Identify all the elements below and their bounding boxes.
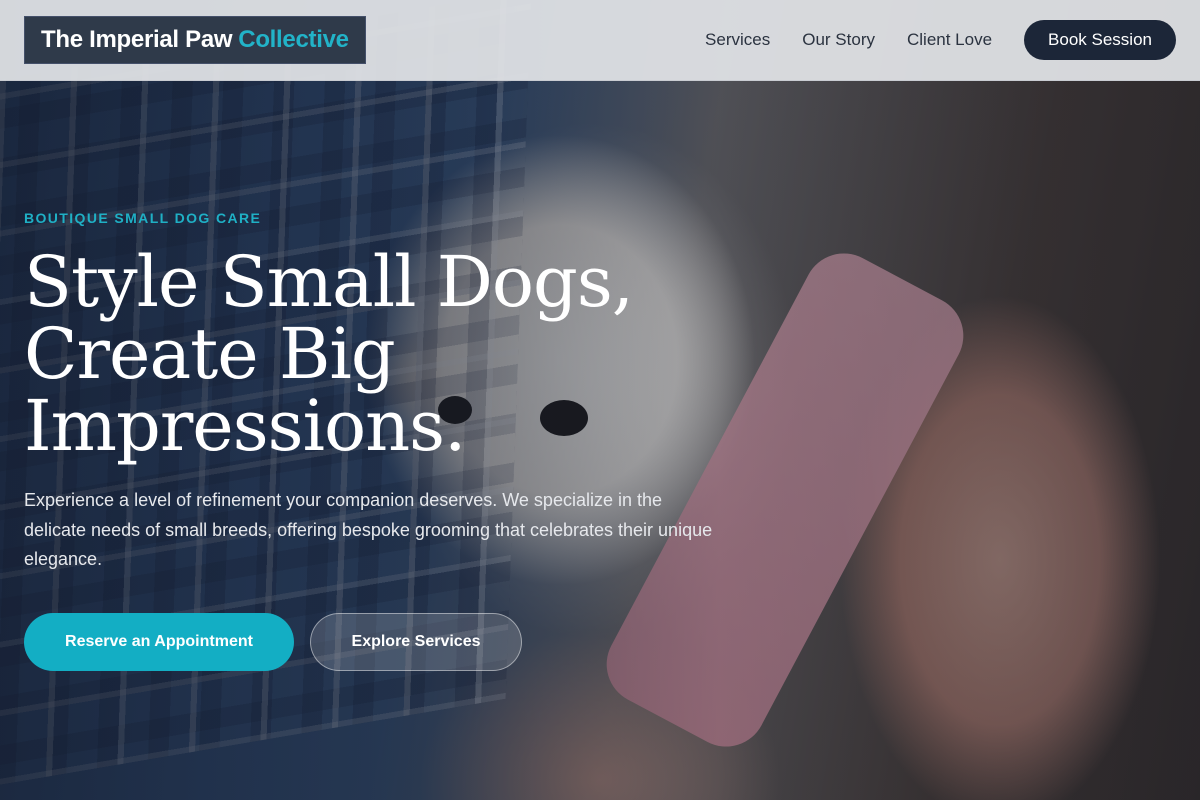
brand-name-accent: Collective	[238, 26, 349, 53]
hero-headline: Style Small Dogs, Create Big Impressions…	[24, 241, 634, 467]
brand-logo[interactable]: The Imperial Paw Collective	[24, 16, 366, 64]
brand-name: The Imperial Paw	[41, 26, 233, 53]
reserve-appointment-button[interactable]: Reserve an Appointment	[24, 613, 294, 671]
site-header: The Imperial Paw Collective Services Our…	[0, 0, 1200, 81]
hero-eyebrow: BOUTIQUE SMALL DOG CARE	[24, 210, 262, 226]
nav-item-client-love[interactable]: Client Love	[907, 30, 992, 50]
book-session-button[interactable]: Book Session	[1024, 20, 1176, 60]
nav-item-our-story[interactable]: Our Story	[802, 30, 875, 50]
explore-services-button[interactable]: Explore Services	[310, 613, 522, 671]
hero-description: Experience a level of refinement your co…	[24, 490, 713, 569]
main-nav: Services Our Story Client Love Book Sess…	[705, 20, 1176, 60]
nav-item-services[interactable]: Services	[705, 30, 770, 50]
